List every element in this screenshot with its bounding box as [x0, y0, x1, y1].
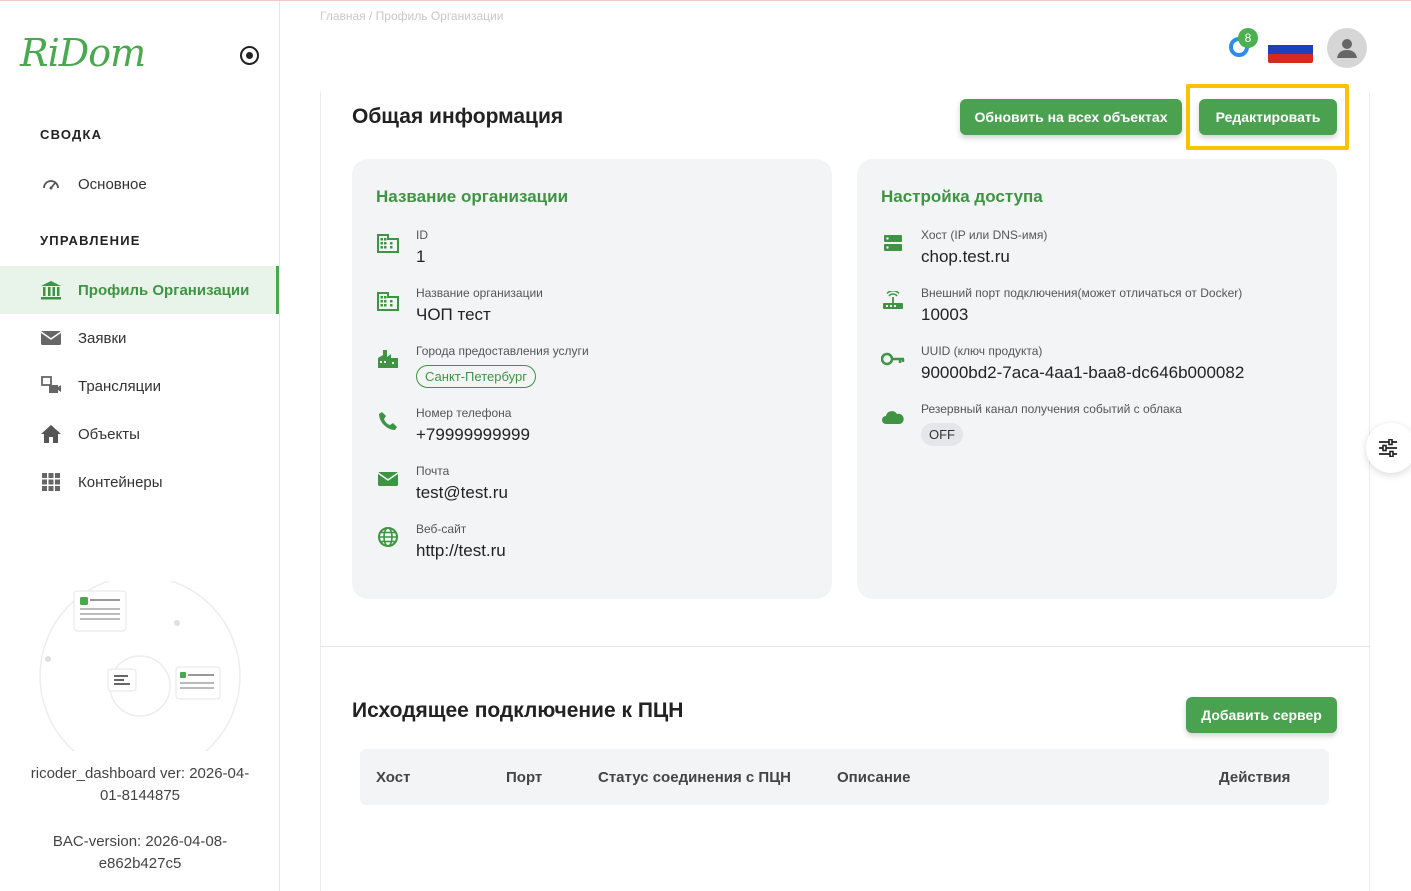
- phone-icon: [376, 409, 400, 433]
- pin-sidebar-icon[interactable]: [240, 46, 259, 65]
- sidebar-item-main[interactable]: Основное: [0, 160, 279, 208]
- mail-icon: [40, 327, 62, 349]
- speedometer-icon: [40, 173, 62, 195]
- field-value: +79999999999: [416, 425, 530, 444]
- cloud-backup-status-badge: OFF: [921, 423, 963, 446]
- sidebar-item-label: Основное: [78, 175, 147, 193]
- field-label: ID: [416, 228, 428, 242]
- russian-flag-icon[interactable]: [1268, 36, 1313, 63]
- field-label: Хост (IP или DNS-имя): [921, 228, 1048, 242]
- bank-icon: [40, 279, 62, 301]
- field-website: Веб-сайт http://test.ru: [376, 521, 506, 561]
- grid-icon: [40, 471, 62, 493]
- field-label: Резервный канал получения событий с обла…: [921, 402, 1182, 416]
- field-label: Внешний порт подключения(может отличатьс…: [921, 286, 1243, 300]
- field-label: UUID (ключ продукта): [921, 344, 1043, 358]
- column-header-status[interactable]: Статус соединения с ПЦН: [598, 769, 791, 786]
- sliders-icon: [1379, 439, 1397, 457]
- edit-button[interactable]: Редактировать: [1199, 99, 1337, 135]
- server-icon: [881, 231, 905, 255]
- sidebar-item-org-profile[interactable]: Профиль Организации: [0, 266, 279, 314]
- field-value: 1: [416, 247, 426, 266]
- sidebar: RiDom СВОДКА Основное УПРАВЛЕНИЕ Профиль…: [0, 1, 280, 891]
- field-label: Номер телефона: [416, 406, 512, 420]
- field-port: Внешний порт подключения(может отличатьс…: [881, 285, 1242, 325]
- column-header-host[interactable]: Хост: [376, 769, 410, 786]
- org-panel-title: Название организации: [376, 187, 569, 206]
- access-panel: Настройка доступа Хост (IP или DNS-имя) …: [857, 159, 1337, 599]
- field-id: ID 1: [376, 227, 428, 267]
- section-title-manage: УПРАВЛЕНИЕ: [40, 233, 141, 248]
- home-icon: [40, 423, 62, 445]
- section-title-summary: СВОДКА: [40, 127, 103, 142]
- router-icon: [881, 289, 905, 313]
- settings-panel-toggle[interactable]: [1366, 423, 1411, 473]
- column-header-port[interactable]: Порт: [506, 769, 542, 786]
- field-value: ЧОП тест: [416, 305, 491, 324]
- section-divider: [320, 646, 1370, 647]
- field-value: test@test.ru: [416, 483, 508, 502]
- field-phone: Номер телефона +79999999999: [376, 405, 530, 445]
- field-cities: Города предоставления услуги Санкт-Петер…: [376, 343, 589, 388]
- sidebar-item-streams[interactable]: Трансляции: [0, 362, 279, 410]
- sidebar-item-requests[interactable]: Заявки: [0, 314, 279, 362]
- mail-icon: [376, 467, 400, 491]
- sidebar-item-label: Объекты: [78, 425, 140, 443]
- org-panel: Название организации ID 1 Название орган…: [352, 159, 832, 599]
- access-panel-title: Настройка доступа: [881, 187, 1043, 206]
- field-org-name: Название организации ЧОП тест: [376, 285, 543, 325]
- add-server-button[interactable]: Добавить сервер: [1186, 697, 1337, 733]
- field-host: Хост (IP или DNS-имя) chop.test.ru: [881, 227, 1047, 267]
- sidebar-item-label: Трансляции: [78, 377, 162, 395]
- notification-badge: 8: [1238, 28, 1258, 48]
- field-value[interactable]: http://test.ru: [416, 541, 506, 561]
- cameras-icon: [40, 375, 62, 397]
- field-email: Почта test@test.ru: [376, 463, 508, 503]
- update-all-objects-button[interactable]: Обновить на всех объектах: [960, 99, 1182, 135]
- servers-table-header: Хост Порт Статус соединения с ПЦН Описан…: [360, 749, 1329, 805]
- field-value: 10003: [921, 305, 969, 324]
- outgoing-connection-title: Исходящее подключение к ПЦН: [352, 699, 684, 722]
- breadcrumb[interactable]: Главная / Профиль Организации: [320, 9, 503, 23]
- column-header-actions: Действия: [1219, 769, 1291, 786]
- field-cloud-backup: Резервный канал получения событий с обла…: [881, 401, 1182, 446]
- sidebar-item-label: Заявки: [78, 329, 127, 347]
- globe-icon: [376, 525, 400, 549]
- general-info-title: Общая информация: [352, 105, 564, 128]
- building-icon: [376, 231, 400, 255]
- avatar[interactable]: [1327, 28, 1367, 68]
- field-label: Города предоставления услуги: [416, 344, 589, 358]
- ridom-logo[interactable]: RiDom: [20, 31, 146, 75]
- city-chip: Санкт-Петербург: [416, 365, 536, 388]
- column-header-description[interactable]: Описание: [837, 769, 910, 786]
- sidebar-illustration: [39, 581, 241, 751]
- sidebar-item-label: Профиль Организации: [78, 281, 250, 299]
- sidebar-item-objects[interactable]: Объекты: [0, 410, 279, 458]
- field-label: Веб-сайт: [416, 522, 467, 536]
- building-icon: [376, 289, 400, 313]
- sidebar-item-containers[interactable]: Контейнеры: [0, 458, 279, 506]
- cloud-icon: [881, 405, 905, 429]
- city-icon: [376, 347, 400, 371]
- bac-version: BAC-version: 2026-04-08-e862b427c5: [52, 833, 228, 872]
- field-label: Название организации: [416, 286, 543, 300]
- user-icon: [1337, 39, 1357, 58]
- dashboard-version: ricoder_dashboard ver: 2026-04-01-814487…: [30, 765, 250, 804]
- field-label: Почта: [416, 464, 450, 478]
- field-uuid: UUID (ключ продукта) 90000bd2-7aca-4aa1-…: [881, 343, 1244, 383]
- key-icon: [881, 347, 905, 371]
- field-value: chop.test.ru: [921, 247, 1010, 266]
- sidebar-item-label: Контейнеры: [78, 473, 163, 491]
- field-value: 90000bd2-7aca-4aa1-baa8-dc646b000082: [921, 363, 1245, 382]
